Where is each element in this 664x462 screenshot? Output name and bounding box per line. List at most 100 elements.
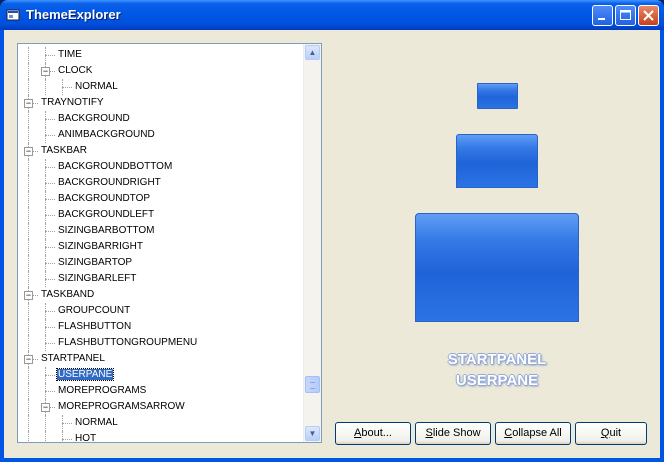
- tree-connector: [45, 183, 55, 184]
- tree-connector: [28, 319, 29, 335]
- tree-item[interactable]: CLOCK: [57, 63, 93, 79]
- tree-connector: [45, 207, 46, 223]
- collapse-icon[interactable]: −: [41, 403, 50, 412]
- tree-connector: [45, 303, 46, 319]
- tree-item[interactable]: TIME: [57, 47, 83, 63]
- minimize-icon: [598, 18, 605, 20]
- tree-item[interactable]: SIZINGBARBOTTOM: [57, 223, 156, 239]
- tree-item[interactable]: MOREPROGRAMSARROW: [57, 399, 186, 415]
- tree-connector: [45, 415, 46, 431]
- tree-connector: [62, 423, 72, 424]
- tree-item[interactable]: SIZINGBARRIGHT: [57, 239, 144, 255]
- tree-scrollbar[interactable]: ▲ ▼: [303, 44, 321, 442]
- tree-item-label: SIZINGBARLEFT: [58, 273, 137, 284]
- slide-show-label: lide Show: [432, 427, 481, 439]
- tree-connector: [45, 343, 55, 344]
- collapse-all-hotkey: C: [504, 427, 513, 439]
- tree-connector: [28, 207, 29, 223]
- tree-connector: [28, 127, 29, 143]
- tree-item-label: TASKBAND: [41, 289, 95, 300]
- tree-connector: [45, 239, 46, 255]
- quit-button[interactable]: Quit: [575, 422, 647, 445]
- app-window: ThemeExplorer TIME − CLOCK NORMAL − TRAYNOTIF…: [0, 0, 664, 462]
- preview-large-part: [415, 213, 579, 322]
- tree-connector: [45, 223, 46, 239]
- tree-item-label: ANIMBACKGROUND: [58, 129, 155, 140]
- close-button[interactable]: [638, 5, 659, 26]
- tree-item[interactable]: BACKGROUNDRIGHT: [57, 175, 162, 191]
- tree-connector: [28, 255, 29, 271]
- tree-item[interactable]: NORMAL: [74, 415, 119, 431]
- tree-item[interactable]: GROUPCOUNT: [57, 303, 131, 319]
- tree-item-label: BACKGROUNDTOP: [58, 193, 151, 204]
- collapse-all-label: ollapse All: [512, 427, 562, 439]
- tree-connector: [45, 119, 55, 120]
- collapse-icon[interactable]: −: [24, 99, 33, 108]
- tree-item-label: HOT: [75, 433, 97, 443]
- tree-connector: [28, 111, 29, 127]
- tree-connector: [62, 431, 63, 442]
- tree-item-label: FLASHBUTTON: [58, 321, 132, 332]
- tree-connector: [28, 271, 29, 287]
- tree-connector: [28, 63, 29, 79]
- tree-connector: [28, 303, 29, 319]
- about-button[interactable]: About...: [335, 422, 411, 445]
- minimize-button[interactable]: [592, 5, 613, 26]
- tree-connector: [28, 383, 29, 399]
- tree-item[interactable]: STARTPANEL: [40, 351, 106, 367]
- collapse-all-button[interactable]: Collapse All: [495, 422, 571, 445]
- tree-item-label: NORMAL: [75, 417, 118, 428]
- tree-connector: [45, 231, 55, 232]
- scroll-up-button[interactable]: ▲: [305, 45, 320, 60]
- tree-item[interactable]: TASKBAR: [40, 143, 88, 159]
- tree-connector: [45, 55, 55, 56]
- tree-item[interactable]: TRAYNOTIFY: [40, 95, 105, 111]
- preview-medium-part: [456, 134, 538, 188]
- scroll-thumb[interactable]: [305, 376, 320, 393]
- tree-item[interactable]: BACKGROUND: [57, 111, 131, 127]
- title-bar[interactable]: ThemeExplorer: [0, 0, 664, 30]
- tree-connector: [28, 79, 29, 95]
- tree-item[interactable]: NORMAL: [74, 79, 119, 95]
- tree-connector: [45, 175, 46, 191]
- maximize-icon: [620, 10, 631, 20]
- tree-item[interactable]: USERPANE: [55, 367, 115, 383]
- collapse-icon[interactable]: −: [24, 147, 33, 156]
- tree-item[interactable]: TASKBAND: [40, 287, 95, 303]
- about-label: bout...: [361, 427, 392, 439]
- tree-connector: [62, 439, 72, 440]
- slide-show-button[interactable]: Slide Show: [415, 422, 491, 445]
- tree-item[interactable]: ANIMBACKGROUND: [57, 127, 156, 143]
- tree-connector: [28, 415, 29, 431]
- caption-class: STARTPANEL: [447, 351, 547, 368]
- tree-connector: [62, 79, 63, 95]
- tree-connector: [45, 199, 55, 200]
- tree-item-label: USERPANE: [55, 368, 115, 381]
- tree-item[interactable]: FLASHBUTTONGROUPMENU: [57, 335, 198, 351]
- tree-item-label: STARTPANEL: [41, 353, 105, 364]
- tree-item[interactable]: SIZINGBARTOP: [57, 255, 133, 271]
- tree-item[interactable]: MOREPROGRAMS: [57, 383, 147, 399]
- collapse-icon[interactable]: −: [24, 355, 33, 364]
- tree-item-label: FLASHBUTTONGROUPMENU: [58, 337, 198, 348]
- tree-connector: [45, 367, 46, 383]
- tree-item[interactable]: BACKGROUNDLEFT: [57, 207, 155, 223]
- maximize-button[interactable]: [615, 5, 636, 26]
- tree-item-label: BACKGROUND: [58, 113, 130, 124]
- tree-item-label: BACKGROUNDRIGHT: [58, 177, 161, 188]
- tree-item[interactable]: SIZINGBARLEFT: [57, 271, 137, 287]
- tree-connector: [28, 367, 29, 383]
- scroll-down-button[interactable]: ▼: [305, 426, 320, 441]
- collapse-icon[interactable]: −: [41, 67, 50, 76]
- tree-connector: [45, 159, 46, 175]
- collapse-icon[interactable]: −: [24, 291, 33, 300]
- tree-connector: [45, 335, 46, 351]
- tree-item[interactable]: BACKGROUNDBOTTOM: [57, 159, 173, 175]
- tree-item[interactable]: HOT: [74, 431, 97, 443]
- theme-tree[interactable]: TIME − CLOCK NORMAL − TRAYNOTIFY BACKGROUND ANI…: [17, 43, 322, 443]
- tree-connector: [45, 255, 46, 271]
- tree-connector: [45, 111, 46, 127]
- tree-item[interactable]: FLASHBUTTON: [57, 319, 132, 335]
- tree-connector: [45, 319, 46, 335]
- tree-item[interactable]: BACKGROUNDTOP: [57, 191, 151, 207]
